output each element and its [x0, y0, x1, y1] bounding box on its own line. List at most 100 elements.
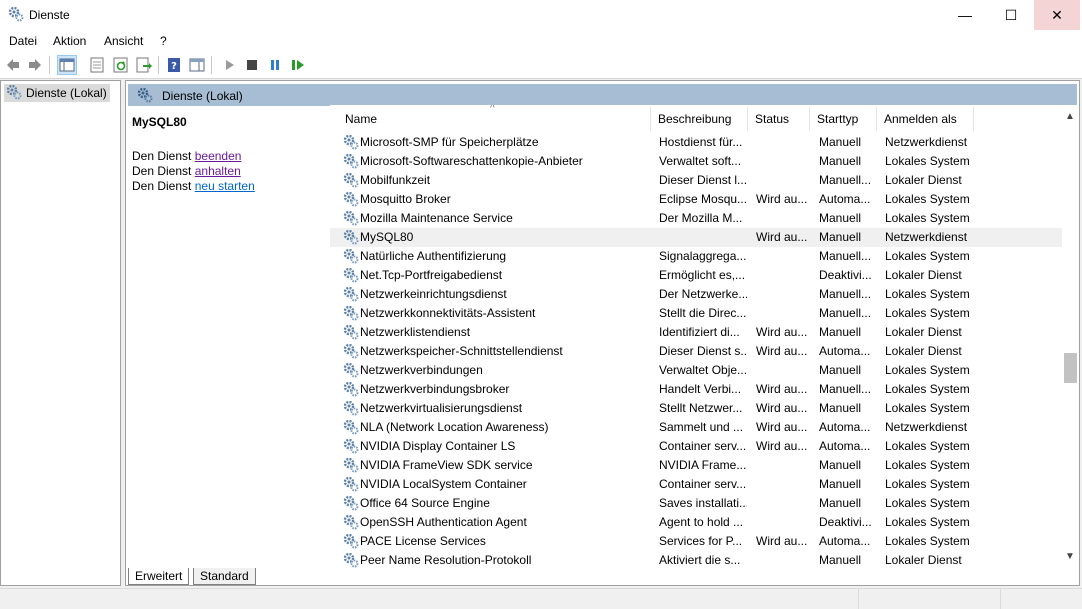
- service-description: Dieser Dienst l...: [659, 173, 747, 187]
- toolbar-separator: [158, 56, 159, 74]
- service-description: Identifiziert di...: [659, 325, 740, 339]
- vertical-scrollbar[interactable]: ▲ ▼: [1062, 105, 1079, 569]
- properties-icon: [90, 57, 104, 73]
- help-button[interactable]: ?: [164, 55, 184, 75]
- service-row[interactable]: Mobilfunkzeit Dieser Dienst l... Manuell..…: [330, 171, 1062, 190]
- service-startup-type: Manuell...: [819, 173, 872, 187]
- back-arrow-icon: [7, 59, 19, 71]
- service-logon-as: Lokaler Dienst: [885, 173, 962, 187]
- service-row[interactable]: Netzwerkspeicher-Schnittstellendienst Die…: [330, 342, 1062, 361]
- service-description: Eclipse Mosqu...: [659, 192, 747, 206]
- service-status: Wird au...: [756, 401, 808, 415]
- service-row[interactable]: Netzwerkverbindungsbroker Handelt Verbi..…: [330, 380, 1062, 399]
- service-description: Container serv...: [659, 439, 747, 453]
- service-logon-as: Lokales System: [885, 287, 970, 301]
- service-name: Microsoft-Softwareschattenkopie-Anbieter: [360, 154, 583, 168]
- service-status: Wird au...: [756, 344, 808, 358]
- service-row[interactable]: NVIDIA FrameView SDK service NVIDIA Frame…: [330, 456, 1062, 475]
- service-logon-as: Lokaler Dienst: [885, 325, 962, 339]
- service-logon-as: Lokales System: [885, 496, 970, 510]
- service-row[interactable]: Netzwerkeinrichtungsdienst Der Netzwerke.…: [330, 285, 1062, 304]
- status-bar-divider: [1000, 589, 1001, 609]
- service-logon-as: Lokaler Dienst: [885, 268, 962, 282]
- service-row[interactable]: Microsoft-Softwareschattenkopie-Anbieter…: [330, 152, 1062, 171]
- back-button[interactable]: [3, 55, 23, 75]
- service-name: Net.Tcp-Portfreigabedienst: [360, 268, 503, 282]
- service-name: Netzwerkverbindungen: [360, 363, 483, 377]
- service-startup-type: Manuell...: [819, 287, 872, 301]
- stop-service-button[interactable]: [242, 55, 262, 75]
- service-startup-type: Deaktivi...: [819, 515, 872, 529]
- service-gear-icon: [343, 172, 359, 188]
- action-prefix: Den Dienst: [132, 149, 192, 163]
- pause-service-link[interactable]: anhalten: [195, 164, 241, 178]
- tab-standard[interactable]: Standard: [193, 568, 256, 585]
- service-row[interactable]: Natürliche Authentifizierung Signalaggreg…: [330, 247, 1062, 266]
- service-row[interactable]: Net.Tcp-Portfreigabedienst Ermöglicht es,…: [330, 266, 1062, 285]
- service-row[interactable]: Microsoft-SMP für Speicherplätze Hostdien…: [330, 133, 1062, 152]
- service-row[interactable]: Mosquitto Broker Eclipse Mosqu... Wird au.…: [330, 190, 1062, 209]
- service-logon-as: Lokales System: [885, 363, 970, 377]
- service-rows: Microsoft-SMP für Speicherplätze Hostdien…: [330, 133, 1062, 569]
- service-description: Der Mozilla M...: [659, 211, 743, 225]
- column-header-startup-type[interactable]: Starttyp: [810, 107, 877, 131]
- service-row[interactable]: Netzwerkverbindungen Verwaltet Obje... Man…: [330, 361, 1062, 380]
- menu-aktion[interactable]: Aktion: [53, 34, 86, 48]
- service-startup-type: Manuell: [819, 230, 862, 244]
- service-row[interactable]: PACE License Services Services for P... Wi…: [330, 532, 1062, 551]
- maximize-button[interactable]: ☐: [988, 0, 1034, 30]
- console-tree-button[interactable]: [57, 55, 77, 75]
- service-description: Dieser Dienst s...: [659, 344, 747, 358]
- scrollbar-thumb[interactable]: [1064, 353, 1077, 383]
- scroll-down-icon[interactable]: ▼: [1065, 551, 1075, 562]
- maximize-icon: ☐: [1004, 7, 1018, 23]
- extended-description-panel: MySQL80 Den Dienst beenden Den Dienst an…: [126, 111, 326, 581]
- service-description: NVIDIA Frame...: [659, 458, 747, 472]
- column-header-description[interactable]: Beschreibung: [651, 107, 748, 131]
- restart-service-button[interactable]: [288, 55, 308, 75]
- pause-service-button[interactable]: [265, 55, 285, 75]
- tree-item-dienste-lokal[interactable]: Dienste (Lokal): [4, 84, 110, 102]
- minimize-button[interactable]: —: [942, 0, 988, 30]
- service-description: Stellt die Direc...: [659, 306, 747, 320]
- stop-service-link[interactable]: beenden: [195, 149, 242, 163]
- scroll-up-icon[interactable]: ▲: [1065, 111, 1075, 122]
- close-button[interactable]: ✕: [1034, 0, 1080, 30]
- properties-button[interactable]: [87, 55, 107, 75]
- service-row[interactable]: NVIDIA LocalSystem Container Container se…: [330, 475, 1062, 494]
- service-row[interactable]: Mozilla Maintenance Service Der Mozilla M…: [330, 209, 1062, 228]
- restart-service-link[interactable]: neu starten: [195, 179, 255, 193]
- service-status: Wird au...: [756, 382, 808, 396]
- status-bar: [0, 588, 1082, 609]
- tab-erweitert[interactable]: Erweitert: [128, 568, 190, 585]
- menu-ansicht[interactable]: Ansicht: [104, 34, 143, 48]
- service-row[interactable]: Netzwerklistendienst Identifiziert di... W…: [330, 323, 1062, 342]
- menu-datei[interactable]: Datei: [9, 34, 37, 48]
- service-name: Microsoft-SMP für Speicherplätze: [360, 135, 539, 149]
- export-list-button[interactable]: [134, 55, 154, 75]
- service-row[interactable]: Office 64 Source Engine Saves installati.…: [330, 494, 1062, 513]
- service-row[interactable]: Netzwerkkonnektivitäts-Assistent Stellt d…: [330, 304, 1062, 323]
- list-header: ^ Name Beschreibung Status Starttyp Anme…: [330, 105, 1062, 131]
- service-logon-as: Lokales System: [885, 211, 970, 225]
- menu-help[interactable]: ?: [160, 34, 167, 48]
- action-prefix: Den Dienst: [132, 164, 192, 178]
- service-startup-type: Manuell: [819, 135, 862, 149]
- column-header-name[interactable]: Name: [338, 107, 651, 131]
- column-header-logon-as[interactable]: Anmelden als: [877, 107, 974, 131]
- restart-icon: [292, 60, 304, 70]
- service-row[interactable]: Peer Name Resolution-Protokoll Aktiviert …: [330, 551, 1062, 569]
- service-name: PACE License Services: [360, 534, 486, 548]
- column-header-status[interactable]: Status: [748, 107, 810, 131]
- service-row[interactable]: MySQL80 Wird au... Manuell Netzwerkdienst: [330, 228, 1062, 247]
- service-row[interactable]: NVIDIA Display Container LS Container ser…: [330, 437, 1062, 456]
- svg-text:?: ?: [171, 61, 177, 72]
- service-logon-as: Lokales System: [885, 439, 970, 453]
- service-row[interactable]: NLA (Network Location Awareness) Sammelt …: [330, 418, 1062, 437]
- show-hide-action-pane-button[interactable]: [187, 55, 207, 75]
- forward-button[interactable]: [25, 55, 45, 75]
- start-service-button[interactable]: [219, 55, 239, 75]
- refresh-button[interactable]: [111, 55, 131, 75]
- service-row[interactable]: Netzwerkvirtualisierungsdienst Stellt Net…: [330, 399, 1062, 418]
- service-row[interactable]: OpenSSH Authentication Agent Agent to hol…: [330, 513, 1062, 532]
